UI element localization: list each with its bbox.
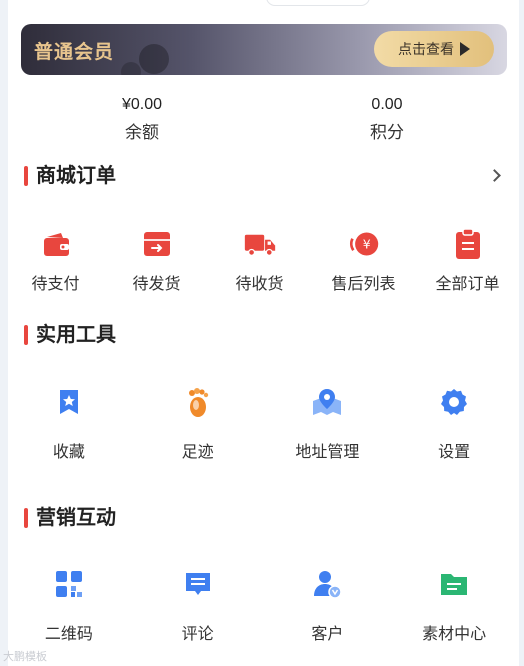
view-membership-button[interactable]: 点击查看: [374, 31, 494, 67]
marketing-label: 客户: [311, 626, 344, 643]
order-all[interactable]: 全部订单: [416, 228, 519, 294]
location-icon: [311, 386, 343, 418]
order-label: 待收货: [235, 276, 284, 293]
tool-label: 收藏: [52, 444, 85, 461]
points-value: 0.00: [371, 96, 403, 113]
balance-stat[interactable]: ¥0.00 余额: [62, 96, 222, 143]
member-center-page: 普通会员 点击查看 ¥0.00 余额 0.00 积分 商城订单 待支付 待发货: [8, 0, 519, 666]
order-pending-payment[interactable]: 待支付: [6, 228, 105, 294]
member-card: 普通会员 点击查看: [21, 24, 507, 75]
order-label: 待支付: [31, 276, 80, 293]
order-pending-shipment[interactable]: 待发货: [105, 228, 208, 294]
balance-label: 余额: [125, 123, 159, 142]
top-tab-pill[interactable]: [266, 0, 370, 6]
decor-circle: [121, 62, 141, 75]
marketing-section-title: 营销互动: [24, 507, 116, 529]
marketing-qrcode[interactable]: 二维码: [8, 568, 130, 644]
wallet-icon: [40, 228, 72, 260]
order-label: 全部订单: [435, 276, 500, 293]
view-button-label: 点击查看: [398, 41, 454, 57]
order-after-sales[interactable]: ¥ 售后列表: [311, 228, 416, 294]
truck-icon: [244, 228, 276, 260]
marketing-label: 素材中心: [422, 626, 487, 643]
marketing-customers[interactable]: 客户: [266, 568, 390, 644]
qrcode-icon: [53, 568, 85, 600]
marketing-label: 评论: [181, 626, 214, 643]
comment-icon: [182, 568, 214, 600]
tool-footprints[interactable]: 足迹: [130, 386, 266, 462]
favorite-icon: [53, 386, 85, 418]
svg-text:¥: ¥: [362, 236, 370, 251]
marketing-label: 二维码: [44, 626, 93, 643]
clipboard-icon: [452, 228, 484, 260]
balance-value: ¥0.00: [121, 96, 163, 113]
tool-settings[interactable]: 设置: [389, 386, 519, 462]
marketing-material-center[interactable]: 素材中心: [389, 568, 519, 644]
orders-section-title: 商城订单: [24, 165, 116, 187]
order-label: 售后列表: [331, 276, 396, 293]
tools-row: 收藏 足迹 地址管理 设置: [8, 386, 519, 462]
tool-favorites[interactable]: 收藏: [8, 386, 130, 462]
tool-label: 设置: [438, 444, 471, 461]
footprint-icon: [182, 386, 214, 418]
member-level-title: 普通会员: [34, 42, 115, 63]
marketing-comments[interactable]: 评论: [130, 568, 266, 644]
decor-circle: [139, 44, 169, 74]
watermark-text: 大鹏模板: [3, 651, 47, 663]
order-label: 待发货: [132, 276, 181, 293]
tool-label: 足迹: [181, 444, 214, 461]
box-icon: [141, 228, 173, 260]
customer-icon: [311, 568, 343, 600]
folder-icon: [438, 568, 470, 600]
points-stat[interactable]: 0.00 积分: [307, 96, 467, 143]
chevron-right-icon[interactable]: [488, 169, 501, 182]
tools-section-title: 实用工具: [24, 324, 116, 346]
order-pending-receipt[interactable]: 待收货: [208, 228, 311, 294]
gear-icon: [438, 386, 470, 418]
marketing-row: 二维码 评论 客户 素材中心: [8, 568, 519, 644]
play-arrow-icon: [460, 42, 470, 56]
refund-icon: ¥: [348, 228, 380, 260]
points-label: 积分: [370, 123, 404, 142]
orders-row: 待支付 待发货 待收货 ¥ 售后列表 全部订单: [8, 228, 519, 294]
tool-label: 地址管理: [295, 444, 360, 461]
tool-address-management[interactable]: 地址管理: [266, 386, 390, 462]
